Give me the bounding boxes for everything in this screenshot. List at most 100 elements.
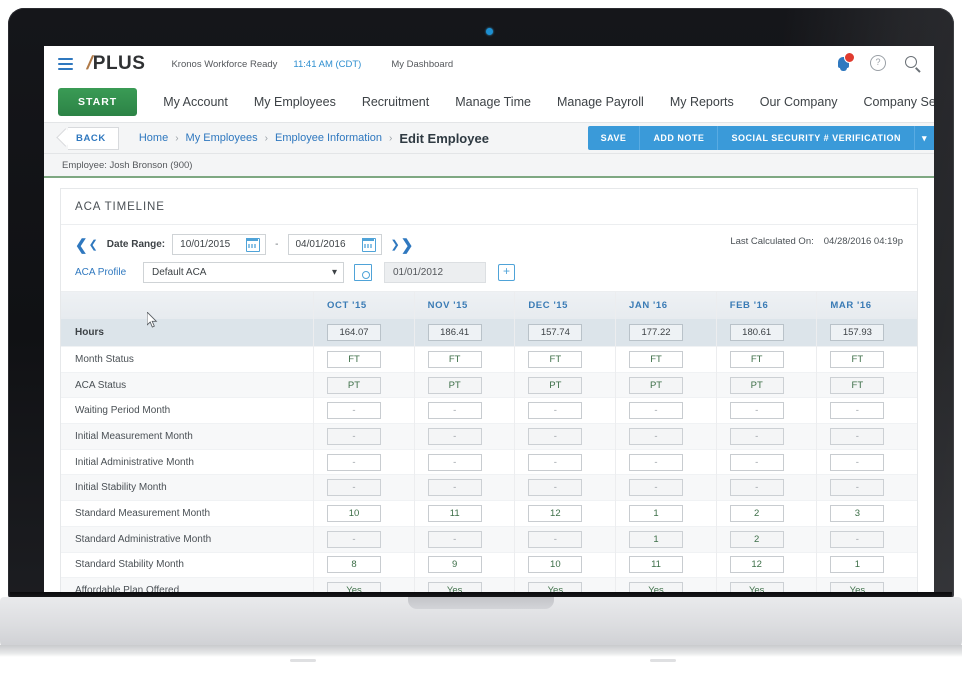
nav-item-manage-payroll[interactable]: Manage Payroll [557,95,644,109]
hamburger-menu-icon[interactable] [58,58,73,70]
cell-input[interactable]: - [327,453,381,471]
cell-input[interactable]: 12 [528,504,583,522]
cell-input[interactable]: 1 [629,530,684,548]
back-button[interactable]: BACK [68,126,119,150]
cell-input[interactable]: 12 [729,556,784,574]
cell-input[interactable]: - [427,402,482,420]
cell-input[interactable]: - [427,530,482,548]
cell-input[interactable]: FT [729,350,784,368]
breadcrumb-item-employee-information[interactable]: Employee Information [275,132,382,144]
cell-input[interactable]: PT [427,376,482,394]
aca-profile-select[interactable]: Default ACA ▾ [143,262,344,283]
cell-input[interactable]: 177.22 [629,324,684,341]
save-button[interactable]: SAVE [588,126,641,150]
cell-input[interactable]: - [528,479,583,497]
cell-input[interactable]: 157.74 [528,324,583,341]
cell-input[interactable]: FT [830,376,885,394]
notifications-bell-icon[interactable] [836,52,855,71]
cell-input[interactable]: FT [830,350,885,368]
start-button[interactable]: START [58,88,138,116]
cell-input[interactable]: - [729,427,784,445]
cell-input[interactable]: 157.93 [830,324,885,341]
cell-input[interactable]: - [629,427,684,445]
cell-input[interactable]: - [528,530,583,548]
cell-input[interactable]: 11 [427,504,482,522]
cell-input[interactable]: 186.41 [427,324,482,341]
nav-item-our-company[interactable]: Our Company [760,95,838,109]
cell-input[interactable]: - [528,402,583,420]
cell-input[interactable]: - [729,453,784,471]
cell-input[interactable]: 10 [528,556,583,574]
nav-item-recruitment[interactable]: Recruitment [362,95,429,109]
cell-input[interactable]: - [830,530,885,548]
cell-input[interactable]: 1 [629,504,684,522]
cell-input[interactable]: 1 [830,556,885,574]
date-from-input[interactable] [173,238,243,251]
effective-date-field: 01/01/2012 [384,262,486,283]
prev-page-icon[interactable]: ❮ [89,238,98,251]
cell-input[interactable]: PT [327,376,381,394]
cell-input[interactable]: 164.07 [327,324,381,341]
next-page-icon[interactable]: ❯ [391,238,400,251]
cell-input[interactable]: 10 [327,504,381,522]
cell-input[interactable]: 180.61 [729,324,784,341]
cell-input[interactable]: - [629,402,684,420]
cell-input[interactable]: 3 [830,504,885,522]
cell-input[interactable]: PT [729,376,784,394]
cell-input[interactable]: - [729,402,784,420]
cell-input[interactable]: - [427,453,482,471]
date-from-field[interactable] [172,234,267,255]
cell-input[interactable]: FT [327,350,381,368]
cell-input[interactable]: - [327,402,381,420]
nav-item-my-account[interactable]: My Account [163,95,228,109]
cell-input[interactable]: PT [528,376,583,394]
more-actions-caret-icon[interactable]: ▾ [915,126,934,150]
cell-input[interactable]: - [327,427,381,445]
cell-input[interactable]: - [629,479,684,497]
cell-input[interactable]: FT [528,350,583,368]
grid-cell: 10 [313,504,414,522]
calendar-icon[interactable] [246,238,261,252]
cell-input[interactable]: 9 [427,556,482,574]
grid-cell: FT [816,376,917,394]
cell-input[interactable]: 2 [729,530,784,548]
date-to-field[interactable] [287,234,382,255]
cell-input[interactable]: - [528,453,583,471]
cell-input[interactable]: - [427,427,482,445]
cell-input[interactable]: - [629,453,684,471]
cell-input[interactable]: 11 [629,556,684,574]
search-icon[interactable] [904,55,920,71]
profile-lookup-icon[interactable] [354,264,372,281]
first-page-icon[interactable]: ❮ [75,236,88,254]
cell-input[interactable]: PT [629,376,684,394]
breadcrumb-item-my-employees[interactable]: My Employees [186,132,258,144]
nav-item-manage-time[interactable]: Manage Time [455,95,531,109]
nav-items: My Account My Employees Recruitment Mana… [163,95,934,109]
ssn-verification-button[interactable]: SOCIAL SECURITY # VERIFICATION [718,126,915,150]
cell-input[interactable]: - [327,479,381,497]
cell-input[interactable]: - [830,479,885,497]
add-note-button[interactable]: ADD NOTE [640,126,719,150]
cell-input[interactable]: - [729,479,784,497]
cell-input[interactable]: - [830,453,885,471]
cell-input[interactable]: FT [629,350,684,368]
last-page-icon[interactable]: ❯ [401,236,414,254]
add-profile-button[interactable]: + [498,264,515,281]
cell-input[interactable]: - [528,427,583,445]
nav-item-company-settings[interactable]: Company Settings [864,95,934,109]
cell-input[interactable]: 8 [327,556,381,574]
help-icon[interactable]: ? [870,55,886,71]
cell-input[interactable]: - [830,402,885,420]
cell-input[interactable]: - [830,427,885,445]
cell-input[interactable]: 2 [729,504,784,522]
date-to-input[interactable] [288,238,358,251]
my-dashboard-link[interactable]: My Dashboard [391,59,453,70]
cell-input[interactable]: - [327,530,381,548]
breadcrumb-separator-icon: › [175,132,179,144]
cell-input[interactable]: - [427,479,482,497]
nav-item-my-reports[interactable]: My Reports [670,95,734,109]
nav-item-my-employees[interactable]: My Employees [254,95,336,109]
cell-input[interactable]: FT [427,350,482,368]
breadcrumb-item-home[interactable]: Home [139,132,168,144]
calendar-icon[interactable] [361,238,376,252]
